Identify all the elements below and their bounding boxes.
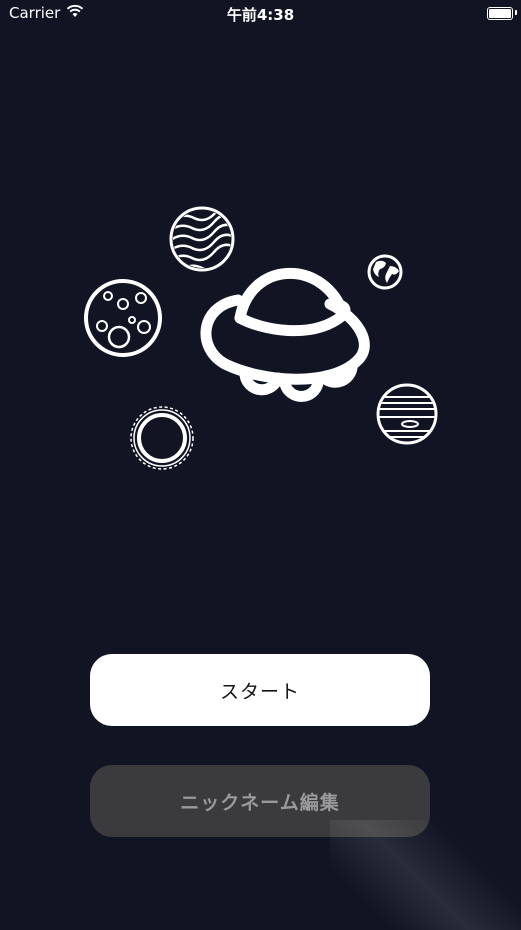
space-illustration (84, 206, 438, 470)
jupiter-icon (376, 383, 438, 445)
start-button[interactable]: スタート (90, 654, 430, 726)
status-time: 午前4:38 (226, 6, 295, 24)
ufo-icon (200, 268, 370, 402)
sun-icon (130, 406, 194, 470)
edit-nickname-button[interactable]: ニックネーム編集 (90, 765, 430, 837)
moon-icon (84, 279, 162, 357)
striped-planet-icon (169, 206, 235, 272)
status-bar: Carrier 午前4:38 (0, 0, 521, 26)
earth-icon (367, 254, 403, 290)
